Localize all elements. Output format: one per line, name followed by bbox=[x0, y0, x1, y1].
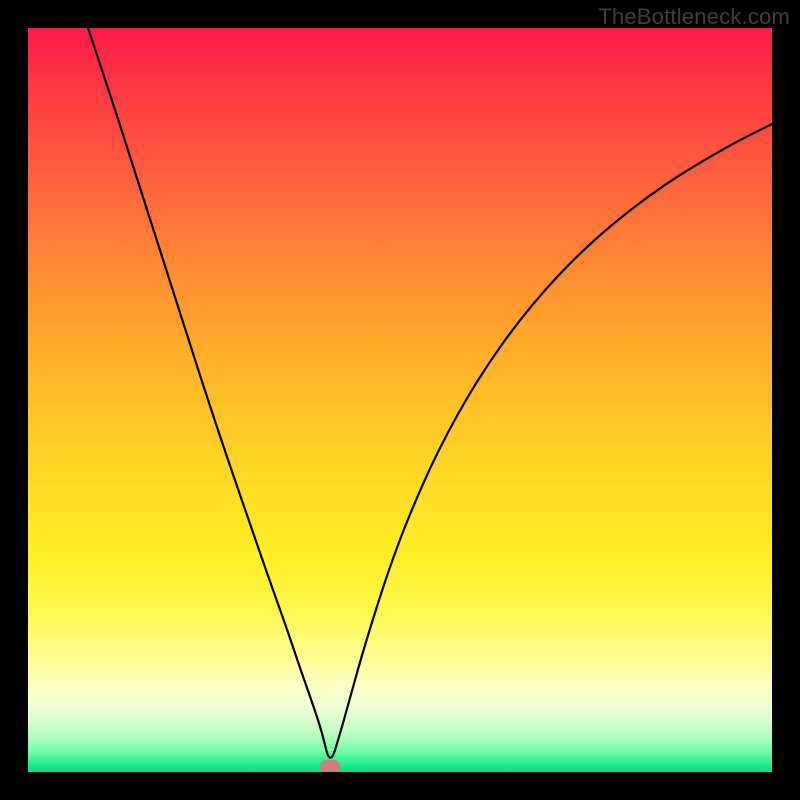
optimal-point-marker bbox=[320, 760, 340, 772]
bottleneck-curve bbox=[28, 28, 772, 772]
chart-frame: TheBottleneck.com bbox=[0, 0, 800, 800]
plot-area bbox=[28, 28, 772, 772]
watermark-text: TheBottleneck.com bbox=[598, 4, 790, 30]
